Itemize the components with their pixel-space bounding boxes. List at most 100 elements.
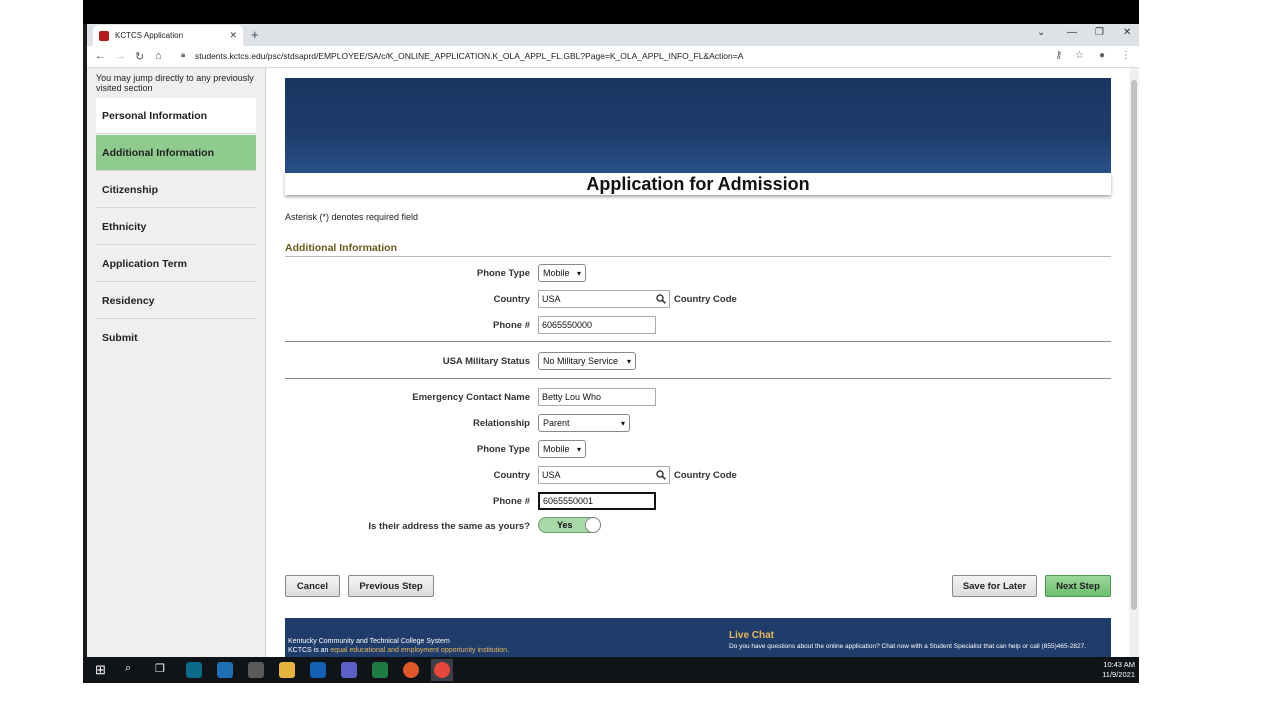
ec-phone-type-value: Mobile (543, 444, 570, 454)
address-bar: ← → ↻ ⌂ 🔒︎ students.kctcs.edu/psc/stdsap… (87, 46, 1139, 68)
phone-type-value: Mobile (543, 268, 570, 278)
clock-time: 10:43 AM (1103, 660, 1135, 669)
page-title: Application for Admission (285, 173, 1111, 195)
sidebar-item-ethnicity[interactable]: Ethnicity (96, 209, 256, 245)
chevron-down-icon: ▾ (620, 418, 625, 428)
footer-eeo-prefix: KCTCS is an (288, 647, 331, 654)
back-icon[interactable]: ← (95, 50, 106, 62)
ec-country-value: USA (542, 470, 561, 480)
footer-org-info: Kentucky Community and Technical College… (288, 637, 509, 655)
save-for-later-button[interactable]: Save for Later (952, 575, 1037, 597)
screen-top-border (83, 0, 1139, 24)
window-close-icon[interactable]: ✕ (1123, 27, 1131, 38)
firefox-icon[interactable] (403, 662, 419, 678)
url-field[interactable]: students.kctcs.edu/psc/stdsaprd/EMPLOYEE… (195, 51, 743, 61)
phone-type-label: Phone Type (476, 268, 530, 279)
close-tab-icon[interactable]: ✕ (229, 30, 237, 41)
military-status-value: No Military Service (543, 356, 619, 366)
eeo-link[interactable]: equal educational and employment opportu… (330, 647, 509, 654)
ec-phone-label: Phone # (493, 496, 530, 507)
ec-phone-type-select[interactable]: Mobile ▾ (538, 440, 586, 458)
browser-menu-icon[interactable]: ⋮ (1121, 50, 1131, 61)
forward-icon[interactable]: → (115, 50, 126, 62)
search-icon[interactable]: ⌕ (125, 662, 141, 678)
ec-country-input[interactable]: USA (538, 466, 670, 484)
task-view-icon[interactable]: ❐ (155, 662, 171, 678)
file-explorer-icon[interactable] (279, 662, 295, 678)
emergency-contact-name-label: Emergency Contact Name (412, 392, 530, 403)
phone-input[interactable]: 6065550000 (538, 316, 656, 334)
country-code-label: Country Code (674, 294, 737, 305)
ec-phone-type-label: Phone Type (476, 444, 530, 455)
tab-title: KCTCS Application (115, 31, 184, 40)
home-icon[interactable]: ⌂ (155, 50, 162, 62)
ec-phone-input[interactable]: 6065550001 (538, 492, 656, 510)
section-title: Additional Information (285, 242, 1111, 257)
outlook-icon[interactable] (310, 662, 326, 678)
skype-business-icon[interactable] (186, 662, 202, 678)
country-value: USA (542, 294, 561, 304)
sidebar-item-citizenship[interactable]: Citizenship (96, 172, 256, 208)
main-content: Application for Admission Asterisk (*) d… (266, 68, 1129, 683)
same-address-label: Is their address the same as yours? (368, 521, 530, 532)
excel-icon[interactable] (372, 662, 388, 678)
divider (285, 341, 1111, 342)
sidebar-item-residency[interactable]: Residency (96, 283, 256, 319)
ec-country-code-label: Country Code (674, 470, 737, 481)
minimize-icon[interactable]: — (1067, 27, 1077, 38)
system-clock[interactable]: 10:43 AM 11/9/2021 (1102, 660, 1135, 680)
cancel-button[interactable]: Cancel (285, 575, 340, 597)
browser-tab[interactable]: KCTCS Application ✕ (93, 25, 243, 46)
divider (285, 378, 1111, 379)
new-tab-icon[interactable]: + (251, 27, 259, 42)
phone-type-select[interactable]: Mobile ▾ (538, 264, 586, 282)
phone-label: Phone # (493, 320, 530, 331)
people-icon[interactable] (248, 662, 264, 678)
clock-date: 11/9/2021 (1102, 670, 1135, 679)
kctcs-favicon-icon (99, 30, 109, 41)
tab-search-icon[interactable]: ⌄ (1037, 27, 1045, 38)
bookmark-star-icon[interactable]: ☆ (1075, 50, 1084, 61)
chevron-down-icon: ▾ (576, 444, 581, 454)
live-chat-text: Do you have questions about the online a… (729, 643, 1087, 650)
search-icon[interactable] (656, 470, 666, 480)
sidebar-item-application-term[interactable]: Application Term (96, 246, 256, 282)
teams-icon[interactable] (341, 662, 357, 678)
required-note: Asterisk (*) denotes required field (285, 212, 419, 222)
jump-instructions: You may jump directly to any previously … (96, 73, 254, 93)
windows-taskbar: ⊞ ⌕ ❐ 10:43 AM 11/9/2021 (83, 657, 1139, 683)
next-step-button[interactable]: Next Step (1045, 575, 1111, 597)
browser-window: KCTCS Application ✕ + ⌄ — ❐ ✕ ← → ↻ ⌂ 🔒︎… (83, 24, 1139, 683)
chevron-down-icon: ▾ (576, 268, 581, 278)
previous-step-button[interactable]: Previous Step (348, 575, 434, 597)
country-input[interactable]: USA (538, 290, 670, 308)
reload-icon[interactable]: ↻ (135, 50, 144, 63)
military-status-select[interactable]: No Military Service ▾ (538, 352, 636, 370)
internet-explorer-icon[interactable] (217, 662, 233, 678)
tab-bar: KCTCS Application ✕ + ⌄ — ❐ ✕ (87, 24, 1139, 46)
country-label: Country (493, 294, 530, 305)
sidebar-item-personal-information[interactable]: Personal Information (96, 98, 256, 134)
sidebar-item-additional-information[interactable]: Additional Information (96, 135, 256, 171)
page-scrollbar[interactable] (1129, 68, 1139, 683)
toggle-knob (585, 517, 601, 533)
search-icon[interactable] (656, 294, 666, 304)
sidebar-item-submit[interactable]: Submit (96, 320, 256, 356)
footer-org-name: Kentucky Community and Technical College… (288, 638, 450, 645)
chrome-icon[interactable] (434, 662, 450, 678)
military-status-label: USA Military Status (442, 356, 530, 367)
emergency-contact-name-input[interactable]: Betty Lou Who (538, 388, 656, 406)
profile-avatar-icon[interactable]: ● (1099, 50, 1105, 61)
password-key-icon[interactable]: ⚷ (1055, 50, 1062, 61)
live-chat-title[interactable]: Live Chat (729, 630, 774, 641)
relationship-label: Relationship (472, 418, 530, 429)
relationship-select[interactable]: Parent ▾ (538, 414, 630, 432)
windows-start-icon[interactable]: ⊞ (95, 662, 111, 678)
same-address-toggle[interactable]: Yes (538, 517, 601, 533)
header-banner (285, 78, 1111, 173)
ec-country-label: Country (493, 470, 530, 481)
chevron-down-icon: ▾ (626, 356, 631, 366)
scrollbar-thumb[interactable] (1131, 80, 1137, 610)
restore-icon[interactable]: ❐ (1095, 27, 1104, 38)
relationship-value: Parent (543, 418, 570, 428)
